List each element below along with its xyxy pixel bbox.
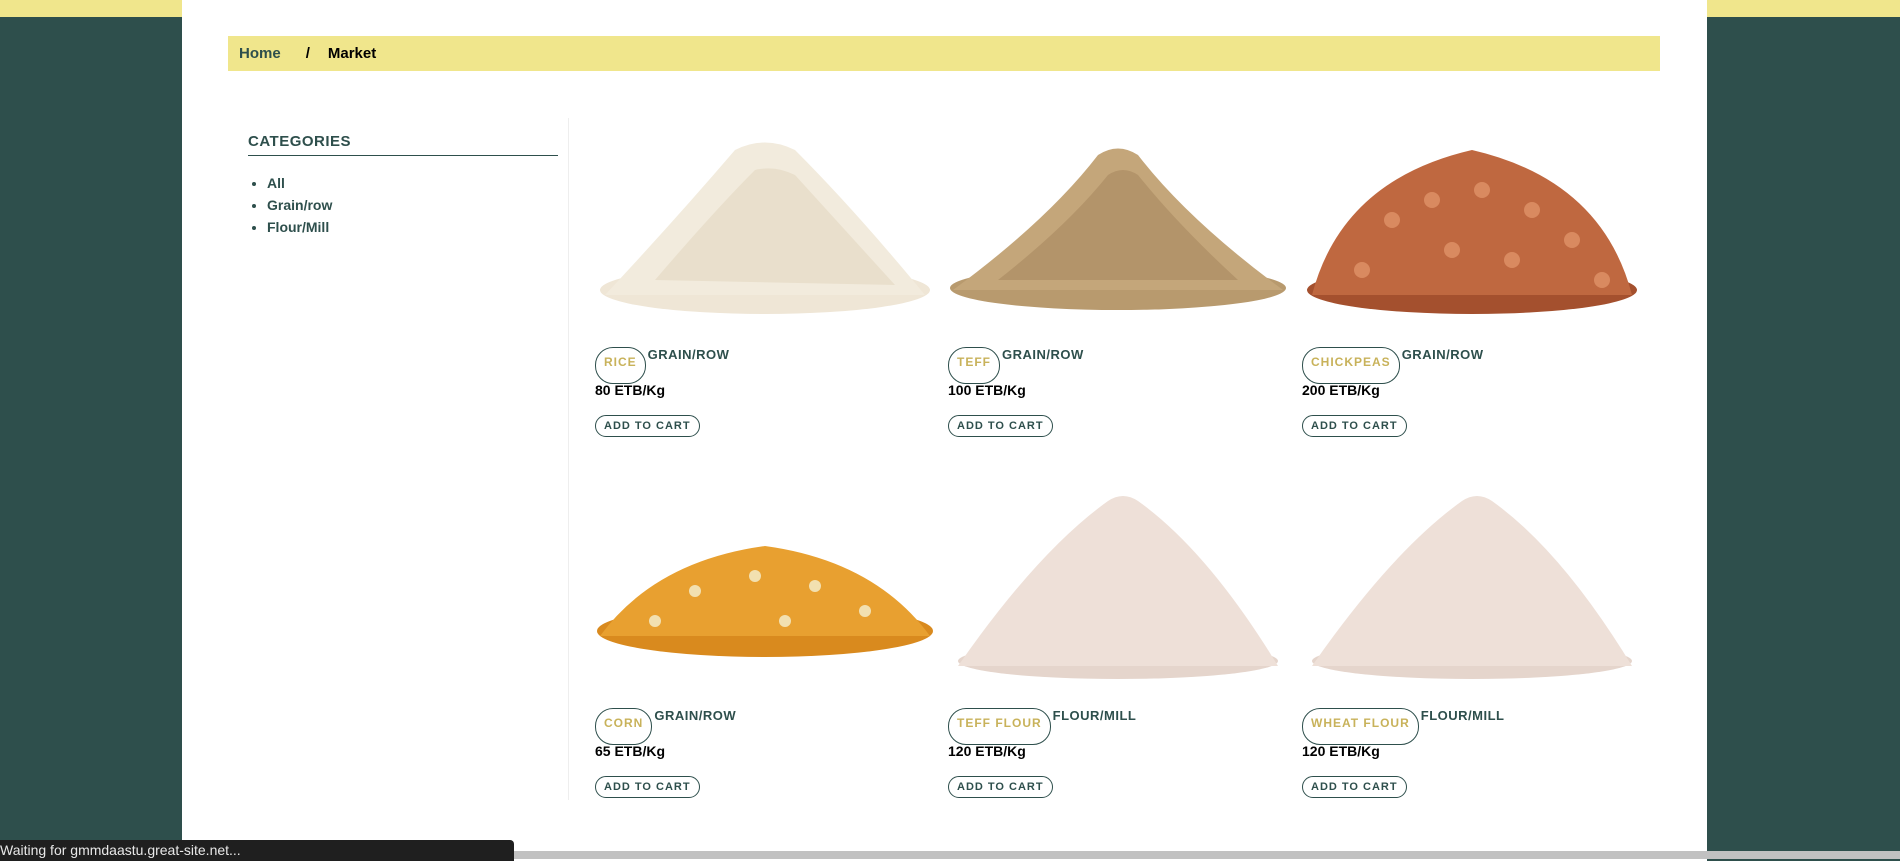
add-to-cart-button[interactable]: ADD TO CART: [948, 415, 1053, 437]
product-card: WHEAT FLOUR FLOUR/MILL 120 ETB/Kg ADD TO…: [1302, 491, 1642, 798]
product-price: 200 ETB/Kg: [1302, 382, 1380, 398]
product-card: CHICKPEAS GRAIN/ROW 200 ETB/Kg ADD TO CA…: [1302, 130, 1642, 437]
breadcrumb-separator: /: [305, 45, 310, 62]
product-card: TEFF FLOUR FLOUR/MILL 120 ETB/Kg ADD TO …: [948, 491, 1288, 798]
breadcrumb-current: Market: [327, 45, 377, 62]
product-name-badge: RICE: [595, 347, 646, 384]
product-category: GRAIN/ROW: [1401, 347, 1484, 362]
breadcrumb: Home / Market: [228, 36, 1660, 71]
teff-pile-image: [950, 148, 1286, 310]
product-price: 65 ETB/Kg: [595, 743, 666, 759]
categories-sidebar: CATEGORIES All Grain/row Flour/Mill: [248, 133, 558, 238]
product-tags: CORN GRAIN/ROW: [595, 708, 736, 745]
page-container: Home / Market CATEGORIES All Grain/row F…: [182, 0, 1707, 861]
product-price: 120 ETB/Kg: [1302, 743, 1380, 759]
product-category: GRAIN/ROW: [647, 347, 730, 362]
product-price: 80 ETB/Kg: [595, 382, 666, 398]
product-price: 120 ETB/Kg: [948, 743, 1026, 759]
product-card: CORN GRAIN/ROW 65 ETB/Kg ADD TO CART: [595, 491, 935, 798]
product-category: FLOUR/MILL: [1420, 708, 1505, 723]
add-to-cart-button[interactable]: ADD TO CART: [595, 776, 700, 798]
browser-status-bar: Waiting for gmmdaastu.great-site.net...: [0, 840, 514, 861]
add-to-cart-button[interactable]: ADD TO CART: [948, 776, 1053, 798]
product-tags: WHEAT FLOUR FLOUR/MILL: [1302, 708, 1504, 745]
wheat-flour-pile-image: [1312, 496, 1632, 679]
add-to-cart-button[interactable]: ADD TO CART: [595, 415, 700, 437]
product-card: RICE GRAIN/ROW 80 ETB/Kg ADD TO CART: [595, 130, 935, 437]
category-item-flour-mill[interactable]: Flour/Mill: [267, 216, 558, 238]
chickpeas-pile-image: [1307, 150, 1637, 314]
category-item-all[interactable]: All: [267, 172, 558, 194]
product-tags: TEFF GRAIN/ROW: [948, 347, 1084, 384]
add-to-cart-button[interactable]: ADD TO CART: [1302, 415, 1407, 437]
product-price: 100 ETB/Kg: [948, 382, 1026, 398]
breadcrumb-home-link[interactable]: Home: [239, 45, 281, 62]
horizontal-scrollbar[interactable]: [514, 851, 1900, 859]
product-name-badge: TEFF: [948, 347, 1000, 384]
categories-title: CATEGORIES: [248, 133, 558, 156]
product-category: FLOUR/MILL: [1052, 708, 1137, 723]
add-to-cart-button[interactable]: ADD TO CART: [1302, 776, 1407, 798]
product-name-badge: WHEAT FLOUR: [1302, 708, 1419, 745]
product-card: TEFF GRAIN/ROW 100 ETB/Kg ADD TO CART: [948, 130, 1288, 437]
product-name-badge: CHICKPEAS: [1302, 347, 1400, 384]
category-item-grain-row[interactable]: Grain/row: [267, 194, 558, 216]
rice-pile-image: [600, 142, 930, 314]
product-name-badge: TEFF FLOUR: [948, 708, 1051, 745]
product-tags: TEFF FLOUR FLOUR/MILL: [948, 708, 1136, 745]
product-tags: RICE GRAIN/ROW: [595, 347, 729, 384]
categories-list: All Grain/row Flour/Mill: [248, 172, 558, 238]
corn-pile-image: [597, 546, 933, 657]
product-name-badge: CORN: [595, 708, 653, 745]
product-tags: CHICKPEAS GRAIN/ROW: [1302, 347, 1483, 384]
teff-flour-pile-image: [958, 496, 1278, 679]
product-category: GRAIN/ROW: [654, 708, 737, 723]
product-category: GRAIN/ROW: [1002, 347, 1084, 362]
sidebar-divider: [568, 118, 569, 800]
